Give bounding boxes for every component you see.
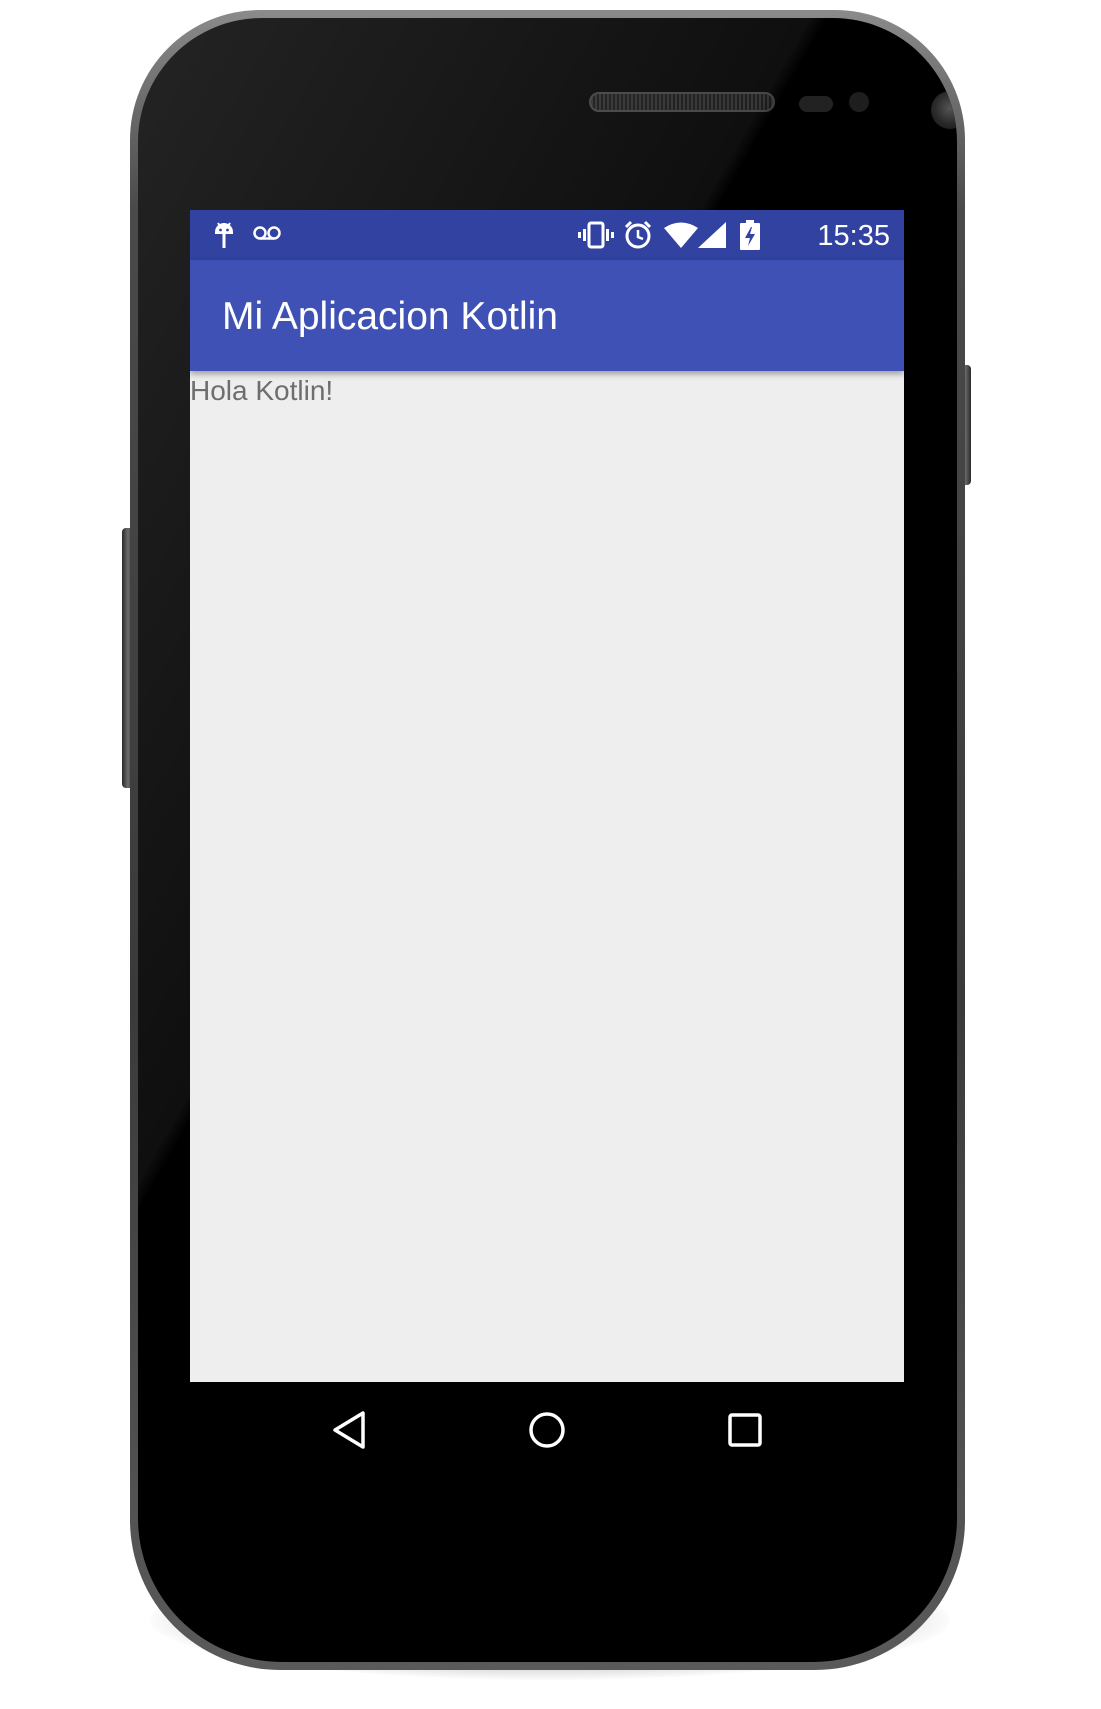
- app-title: Mi Aplicacion Kotlin: [222, 295, 558, 338]
- main-content: Hola Kotlin!: [190, 371, 904, 1382]
- cell-signal-icon: [698, 222, 726, 253]
- navigation-bar: [190, 1382, 904, 1477]
- status-time: 15:35: [817, 220, 890, 252]
- front-camera: [931, 91, 957, 129]
- back-icon[interactable]: [329, 1409, 371, 1451]
- battery-charging-icon: [740, 220, 760, 255]
- status-bar: 15:35: [190, 210, 904, 260]
- light-sensor: [849, 92, 869, 112]
- vibrate-icon: [578, 221, 614, 254]
- recents-icon[interactable]: [724, 1409, 766, 1451]
- app-bar: Mi Aplicacion Kotlin: [190, 260, 904, 371]
- earpiece-speaker: [589, 92, 775, 112]
- alarm-icon: [623, 220, 653, 255]
- hello-text: Hola Kotlin!: [190, 375, 334, 406]
- device-mockup: 15:35 Mi Aplicacion Kotlin Hola Kotlin!: [0, 0, 1101, 1709]
- home-icon[interactable]: [526, 1409, 568, 1451]
- voicemail-icon: [252, 224, 282, 247]
- screen: 15:35 Mi Aplicacion Kotlin Hola Kotlin!: [190, 210, 904, 1477]
- wifi-icon: [664, 222, 698, 253]
- android-debug-icon: [212, 218, 236, 255]
- proximity-sensor: [799, 96, 833, 112]
